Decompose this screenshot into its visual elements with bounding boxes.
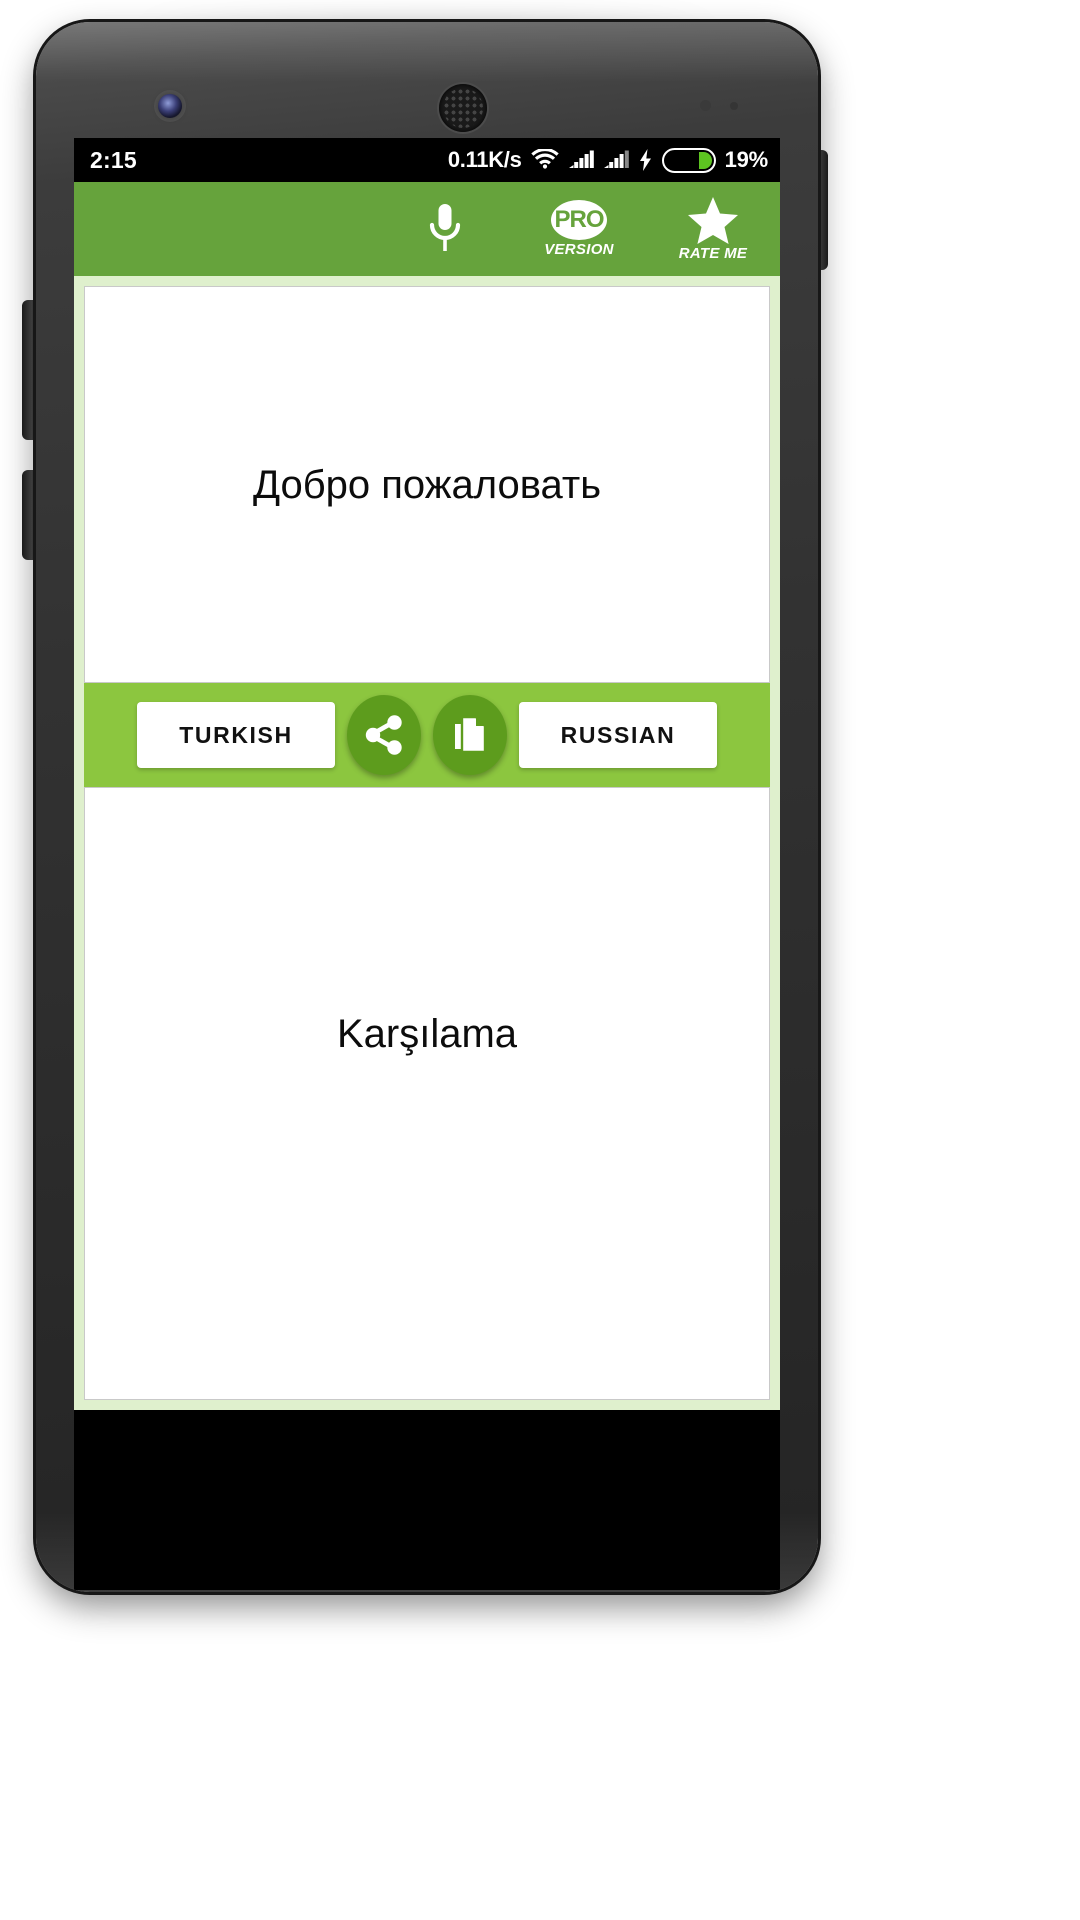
screenshot-stage: 2:15 0.11K/s 19% PRO VERSION RATE ME Доб… (0, 0, 1080, 1920)
copy-document-icon (455, 715, 487, 754)
status-bar-clock: 2:15 (90, 146, 137, 173)
app-content: Добро пожаловать TURKISH RUSSIAN Karşıla… (74, 276, 780, 1410)
earpiece-speaker-icon (439, 84, 487, 132)
signal-bars-icon-2 (603, 150, 629, 168)
voice-input-button[interactable] (402, 202, 488, 256)
share-button[interactable] (347, 695, 421, 775)
source-text-panel[interactable]: Добро пожаловать (84, 286, 770, 683)
app-toolbar: PRO VERSION RATE ME (74, 182, 780, 276)
light-sensor-icon (730, 102, 738, 110)
phone-device: 2:15 0.11K/s 19% PRO VERSION RATE ME Доб… (36, 22, 818, 1592)
wifi-icon (530, 149, 559, 169)
network-speed-text: 0.11K/s (447, 147, 522, 172)
proximity-sensor-icon (700, 100, 711, 111)
phone-screen: 2:15 0.11K/s 19% PRO VERSION RATE ME Доб… (74, 138, 780, 1410)
source-language-button[interactable]: TURKISH (137, 702, 335, 768)
rate-me-caption: RATE ME (678, 244, 748, 262)
battery-percent-text: 19% (724, 147, 769, 172)
signal-bars-icon (568, 150, 594, 168)
rate-me-button[interactable]: RATE ME (670, 196, 756, 263)
lightning-bolt-icon (639, 149, 651, 171)
target-text-panel[interactable]: Karşılama (84, 787, 770, 1400)
front-camera-icon (158, 94, 182, 118)
bezel-top-highlight (36, 22, 818, 82)
pro-badge-icon: PRO (551, 199, 607, 240)
translate-action-bar: TURKISH RUSSIAN (84, 683, 770, 787)
battery-fill (698, 151, 712, 169)
target-text: Karşılama (336, 1011, 518, 1056)
share-icon (365, 715, 402, 755)
source-text: Добро пожаловать (252, 462, 602, 507)
microphone-icon (429, 204, 461, 251)
target-language-button[interactable]: RUSSIAN (519, 702, 717, 768)
screen-bottom-black-area (74, 1410, 780, 1590)
status-bar-icons: 0.11K/s 19% (448, 147, 768, 173)
pro-version-button[interactable]: PRO VERSION (536, 199, 622, 259)
battery-icon (661, 147, 716, 173)
status-bar: 2:15 0.11K/s 19% (74, 138, 780, 182)
copy-button[interactable] (433, 695, 507, 775)
star-icon (688, 196, 738, 244)
pro-version-caption: VERSION (544, 240, 614, 258)
